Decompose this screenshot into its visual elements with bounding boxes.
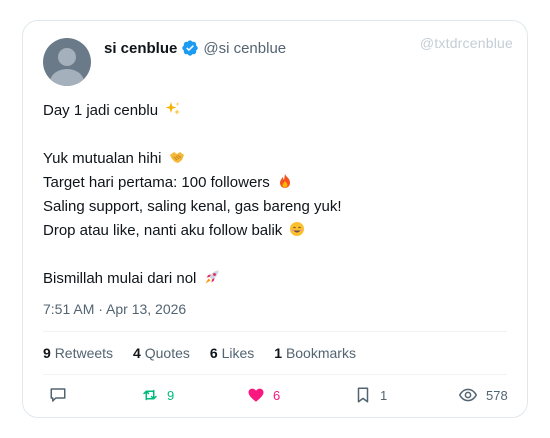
smiling-face-emoji [289, 221, 305, 245]
verified-badge-icon [181, 39, 199, 57]
tweet-line: Day 1 jadi cenblu [43, 99, 503, 123]
author-handle[interactable]: @si cenblue [203, 40, 286, 57]
reply-button[interactable] [49, 386, 67, 404]
views-button[interactable]: 578 [458, 386, 508, 404]
bookmarks-stat[interactable]: 1 Bookmarks [274, 345, 356, 361]
sparkles-emoji [165, 101, 181, 125]
reply-icon [49, 386, 67, 404]
action-bar: 9 6 1 578 [43, 386, 508, 408]
display-name[interactable]: si cenblue [104, 40, 177, 57]
tweet-timestamp[interactable]: 7:51 AM · Apr 13, 2026 [43, 301, 186, 317]
like-count: 6 [273, 387, 281, 403]
bookmark-count: 1 [380, 387, 388, 403]
bookmark-icon [354, 386, 372, 404]
quotes-stat[interactable]: 4 Quotes [133, 345, 190, 361]
divider [43, 374, 507, 375]
tweet-line: Target hari pertama: 100 followers [43, 171, 503, 195]
tweet-line: Saling support, saling kenal, gas bareng… [43, 198, 342, 215]
divider [43, 331, 507, 332]
rocket-emoji [204, 269, 220, 293]
default-avatar-icon [58, 48, 76, 66]
views-icon [458, 386, 478, 404]
retweet-button[interactable]: 9 [141, 386, 174, 404]
retweet-icon [141, 386, 159, 404]
tweet-line: Drop atau like, nanti aku follow balik [43, 219, 503, 243]
views-count: 578 [486, 387, 508, 403]
bookmark-button[interactable]: 1 [354, 386, 387, 404]
tweet-card: @txtdrcenblue si cenblue @si cenblue Day… [22, 20, 528, 418]
likes-stat[interactable]: 6 Likes [210, 345, 254, 361]
tweet-line: Yuk mutualan hihi [43, 147, 503, 171]
handshake-emoji [169, 149, 185, 173]
fire-emoji [277, 173, 293, 197]
avatar[interactable] [43, 38, 91, 86]
watermark: @txtdrcenblue [419, 35, 513, 51]
author-row: si cenblue @si cenblue [104, 38, 286, 58]
retweets-stat[interactable]: 9 Retweets [43, 345, 113, 361]
retweet-count: 9 [167, 387, 175, 403]
like-button[interactable]: 6 [247, 386, 280, 404]
engagement-stats: 9 Retweets 4 Quotes 6 Likes 1 Bookmarks [43, 345, 376, 361]
heart-icon [247, 386, 265, 404]
tweet-line: Bismillah mulai dari nol [43, 267, 503, 291]
tweet-text: Day 1 jadi cenblu Yuk mutualan hihi Targ… [43, 99, 503, 291]
